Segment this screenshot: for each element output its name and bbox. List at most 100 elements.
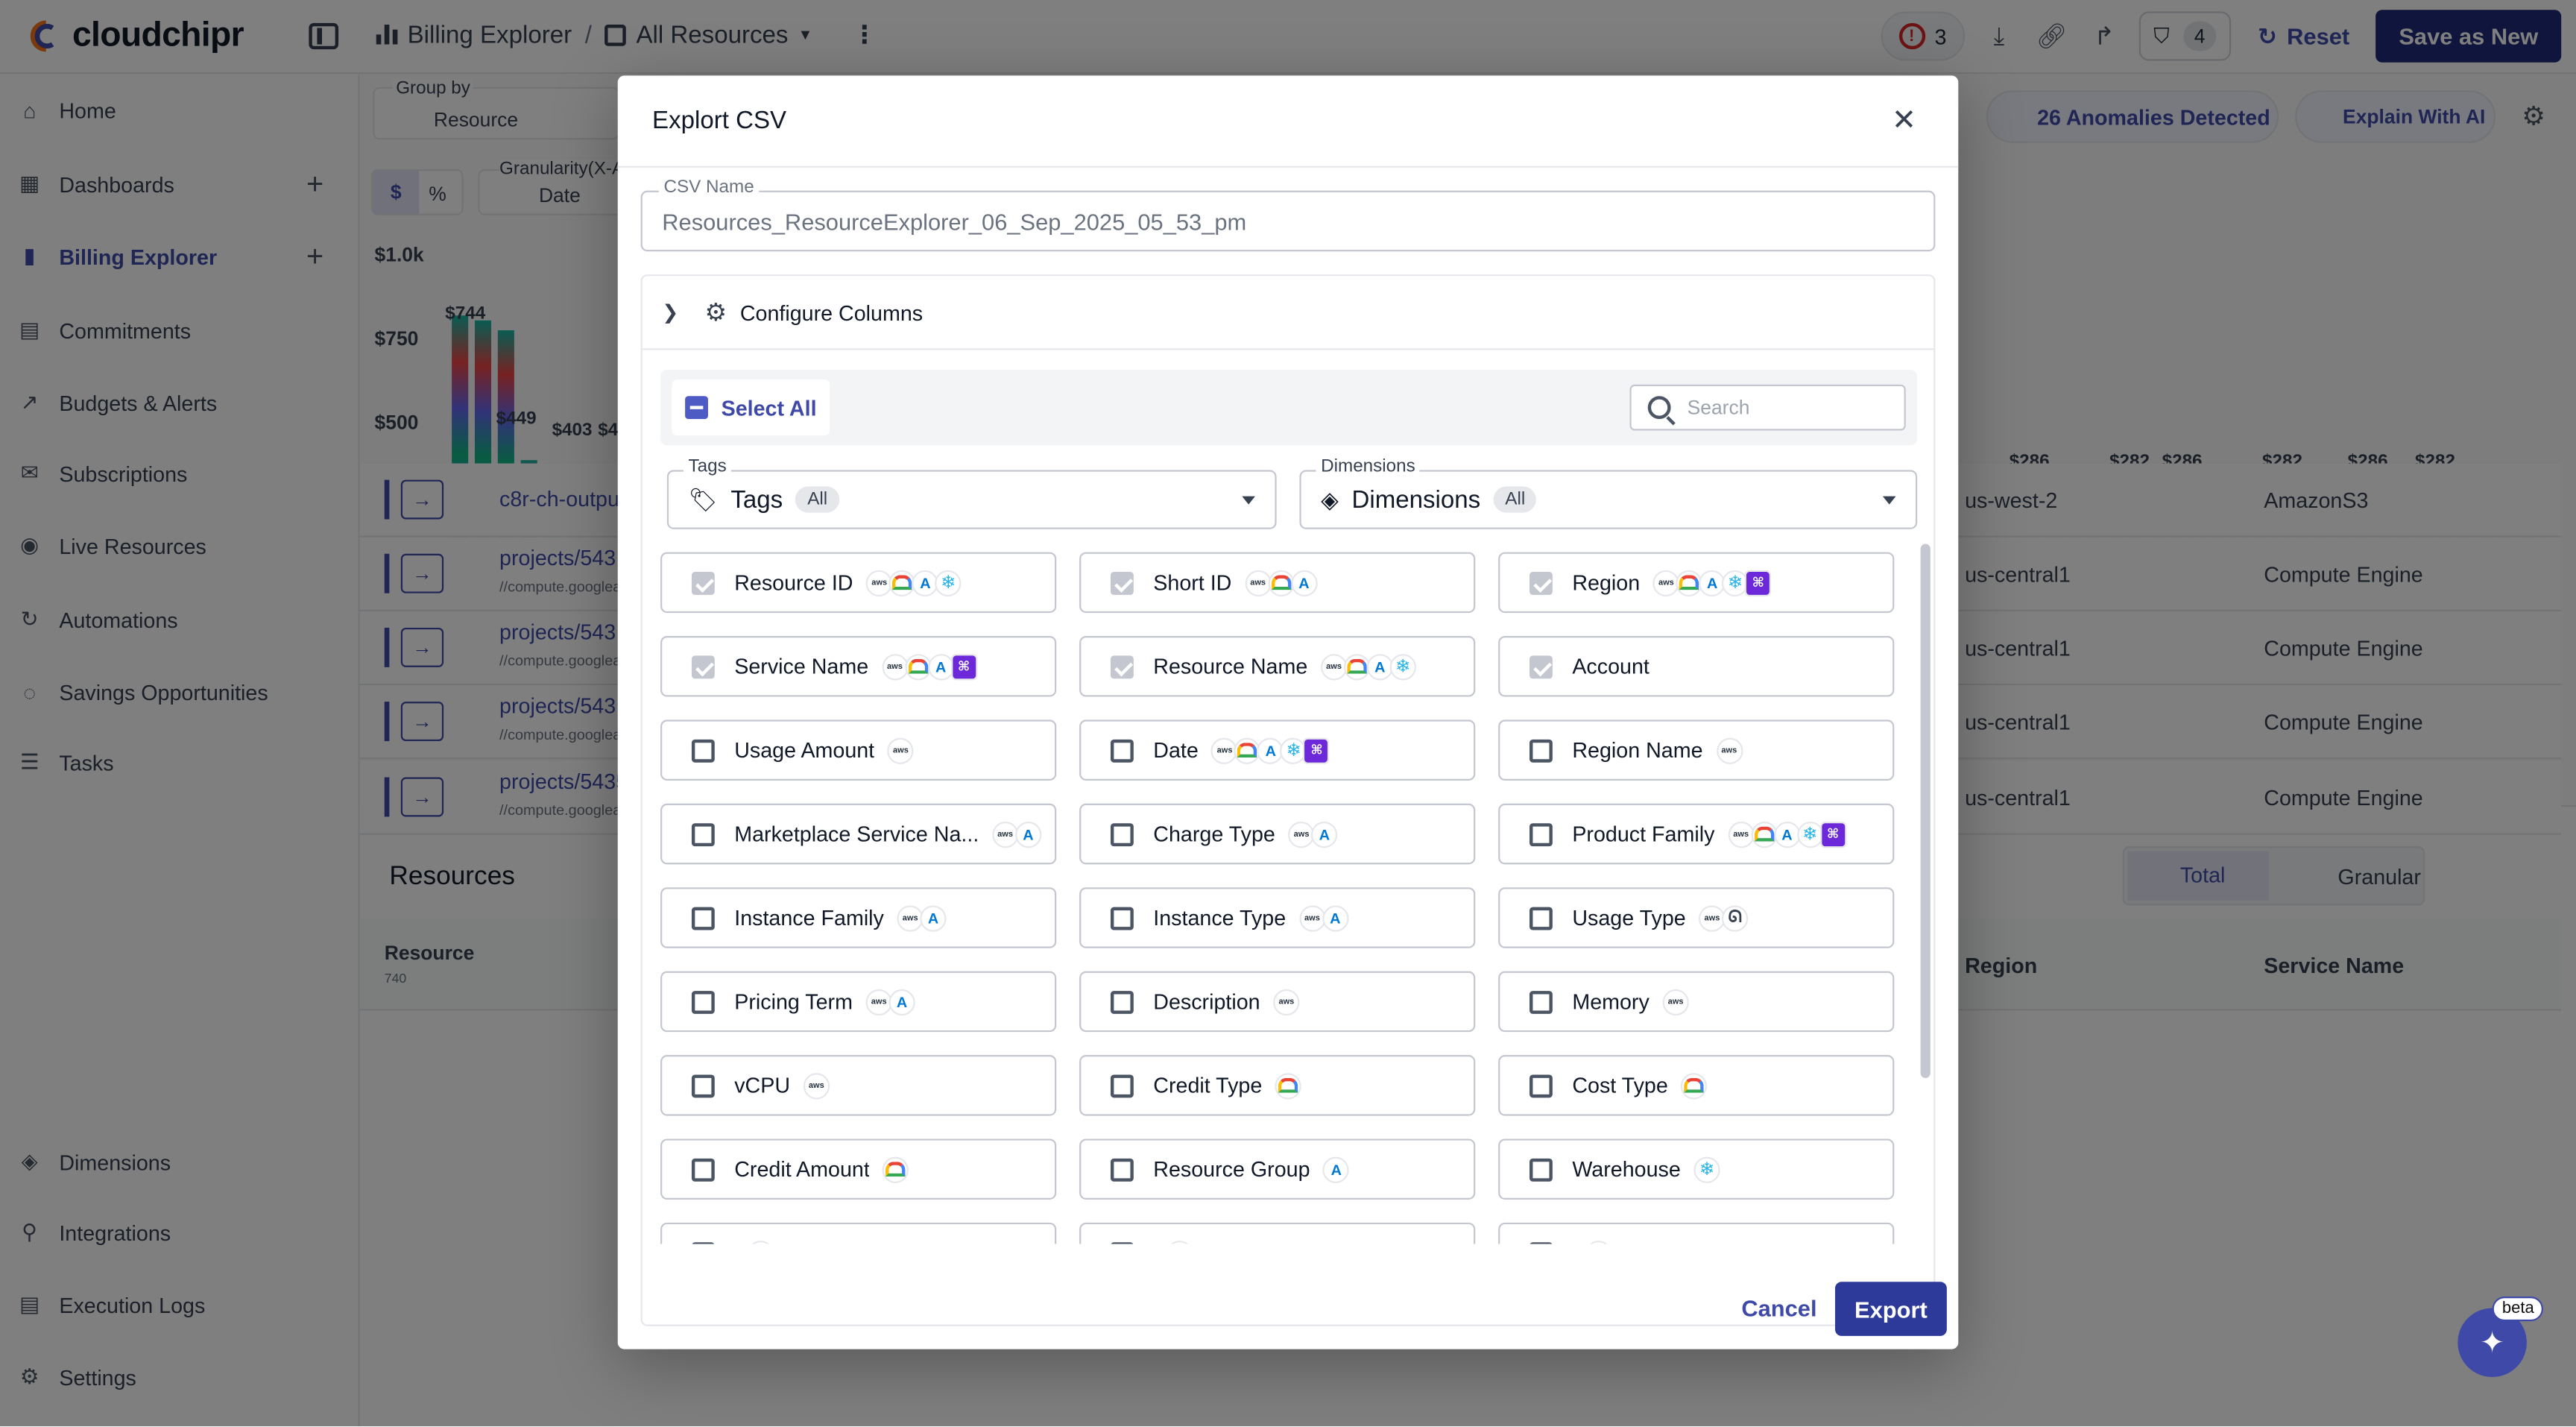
column-option-memory[interactable]: Memory aws — [1498, 971, 1895, 1033]
column-option-label: Resource Name — [1153, 654, 1308, 679]
column-option-description[interactable]: Description aws — [1079, 971, 1476, 1033]
tag-icon: 🏷︎ — [688, 485, 718, 512]
checkbox[interactable] — [1110, 1074, 1134, 1097]
azure-icon: A — [888, 988, 915, 1015]
checkbox[interactable] — [1530, 1157, 1553, 1181]
column-option-label: Description — [1153, 989, 1260, 1014]
column-option-account[interactable]: Account — [1498, 635, 1895, 697]
checkbox-checked[interactable] — [1110, 655, 1134, 678]
provider-icons: aws — [887, 737, 915, 763]
columns-grid: Resource ID aws A ❄ Short ID aws A Region aws A ❄ ⌘… — [643, 539, 1907, 1244]
column-option-product-family[interactable]: Product Family aws A ❄ ⌘ — [1498, 803, 1895, 865]
column-option-label: Credit Amount — [734, 1156, 870, 1182]
checkbox[interactable] — [691, 738, 715, 762]
column-option-label: Date — [1153, 737, 1199, 763]
export-button[interactable]: Export — [1834, 1282, 1947, 1336]
chevron-down-icon: ❯ — [662, 300, 679, 324]
column-option-usage-amount[interactable]: Usage Amount aws — [660, 719, 1057, 781]
azure-icon: A — [1311, 820, 1338, 848]
close-icon[interactable]: ✕ — [1886, 102, 1922, 138]
provider-icons: aws A — [1298, 904, 1348, 931]
provider-icon: ⌘ — [1303, 737, 1330, 763]
column-option-pricing-term[interactable]: Pricing Term aws A — [660, 971, 1057, 1033]
column-option-region[interactable]: Region aws A ❄ ⌘ — [1498, 552, 1895, 614]
caret-down-icon — [1242, 496, 1255, 505]
gcp-icon — [1343, 653, 1371, 680]
checkbox[interactable] — [1530, 1074, 1553, 1097]
column-option-resource-name[interactable]: Resource Name aws A ❄ — [1079, 635, 1476, 697]
checkbox[interactable] — [1110, 1157, 1134, 1181]
column-option-resource-id[interactable]: Resource ID aws A ❄ — [660, 552, 1057, 614]
provider-icons: aws A — [865, 988, 915, 1015]
select-all-bar: Select All Search — [660, 369, 1918, 446]
columns-scrollbar[interactable] — [1920, 539, 1931, 1244]
column-option-region-name[interactable]: Region Name aws — [1498, 719, 1895, 781]
checkbox-checked[interactable] — [1530, 655, 1553, 678]
aws-icon: aws — [1245, 569, 1272, 596]
checkbox[interactable] — [1110, 989, 1134, 1013]
checkbox[interactable] — [1110, 738, 1134, 762]
cancel-button[interactable]: Cancel — [1727, 1282, 1832, 1335]
checkbox-checked[interactable] — [1530, 570, 1553, 594]
column-option-cost-type[interactable]: Cost Type — [1498, 1055, 1895, 1116]
aws-icon: aws — [1728, 820, 1755, 848]
column-option-instance-type[interactable]: Instance Type aws A — [1079, 887, 1476, 948]
checkbox[interactable] — [1110, 822, 1134, 846]
column-search-input[interactable]: Search — [1629, 384, 1906, 431]
export-csv-modal: Explort CSV ✕ CSV Name Resources_Resourc… — [617, 75, 1959, 1349]
column-option-resource-group[interactable]: Resource Group A — [1079, 1138, 1476, 1200]
checkbox-checked[interactable] — [691, 570, 715, 594]
column-option-credit-type[interactable]: Credit Type — [1079, 1055, 1476, 1116]
checkbox[interactable] — [1530, 906, 1553, 930]
column-option-usage-type[interactable]: Usage Type aws ᘏ — [1498, 887, 1895, 948]
column-option-service-name[interactable]: Service Name aws A ⌘ — [660, 635, 1057, 697]
checkbox[interactable] — [1530, 738, 1553, 762]
checkbox-checked[interactable] — [1110, 570, 1134, 594]
column-option-marketplace-service-na[interactable]: Marketplace Service Na... aws A — [660, 803, 1057, 865]
column-option-partial[interactable]: ❄ — [1498, 1222, 1895, 1244]
provider-icons: aws A ❄ — [866, 569, 962, 596]
dimensions-dropdown[interactable]: Dimensions ◈ Dimensions All — [1299, 456, 1918, 529]
checkbox[interactable] — [691, 906, 715, 930]
checkbox[interactable] — [1530, 1241, 1553, 1244]
azure-icon: A — [1323, 1156, 1350, 1182]
configure-columns-header[interactable]: ❯ ⚙ Configure Columns — [642, 276, 1934, 350]
column-option-partial[interactable]: ❄ — [1079, 1222, 1476, 1244]
column-option-date[interactable]: Date aws A ❄ ⌘ — [1079, 719, 1476, 781]
column-option-charge-type[interactable]: Charge Type aws A — [1079, 803, 1476, 865]
column-option-credit-amount[interactable]: Credit Amount — [660, 1138, 1057, 1200]
provider-icons: aws A — [991, 820, 1042, 848]
checkbox[interactable] — [1110, 906, 1134, 930]
checkbox-checked[interactable] — [691, 655, 715, 678]
checkbox[interactable] — [691, 989, 715, 1013]
column-option-warehouse[interactable]: Warehouse ❄ — [1498, 1138, 1895, 1200]
select-all-button[interactable]: Select All — [672, 379, 830, 436]
checkbox[interactable] — [691, 822, 715, 846]
tags-dropdown[interactable]: Tags 🏷︎ Tags All — [666, 456, 1277, 529]
column-option-short-id[interactable]: Short ID aws A — [1079, 552, 1476, 614]
column-option-label: vCPU — [734, 1073, 791, 1098]
csv-name-field[interactable]: CSV Name Resources_ResourceExplorer_06_S… — [640, 177, 1936, 252]
modal-footer: Cancel Export — [618, 1262, 1959, 1349]
dimensions-icon: ◈ — [1321, 485, 1339, 512]
configure-columns-title: Configure Columns — [739, 300, 924, 325]
column-option-instance-family[interactable]: Instance Family aws A — [660, 887, 1057, 948]
column-option-vcpu[interactable]: vCPU aws — [660, 1055, 1057, 1116]
column-option-partial[interactable]: ❄ — [660, 1222, 1057, 1244]
provider-icons: aws — [1273, 988, 1300, 1015]
checkbox[interactable] — [691, 1074, 715, 1097]
checkbox[interactable] — [1110, 1241, 1134, 1244]
checkbox[interactable] — [1530, 989, 1553, 1013]
provider-icons: aws A ⌘ — [881, 653, 977, 680]
column-option-label: Charge Type — [1153, 822, 1275, 847]
provider-icons: aws A — [1288, 820, 1338, 848]
scrollbar-thumb[interactable] — [1920, 544, 1931, 1078]
checkbox[interactable] — [691, 1157, 715, 1181]
column-option-label: Resource ID — [734, 570, 853, 595]
checkbox[interactable] — [691, 1241, 715, 1244]
checkbox[interactable] — [1530, 822, 1553, 846]
column-option-label: Service Name — [734, 654, 869, 679]
provider-icons: aws — [1662, 988, 1689, 1015]
azure-icon: A — [920, 904, 947, 931]
aws-icon: aws — [881, 653, 909, 680]
